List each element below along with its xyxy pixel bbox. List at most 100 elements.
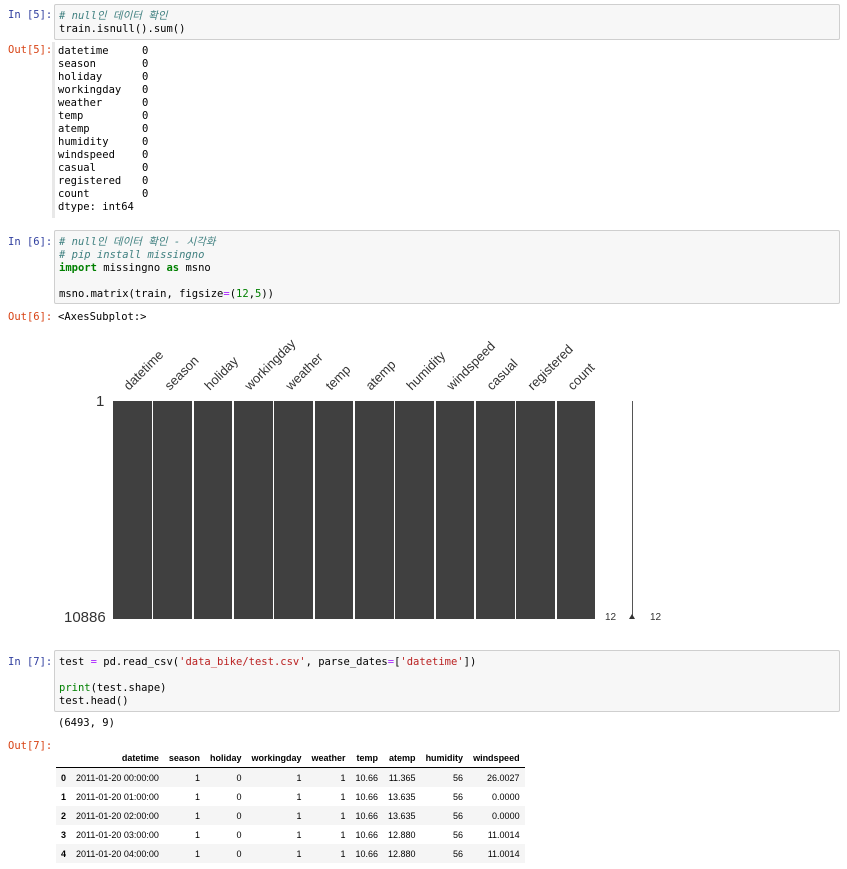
shape-output: (6493, 9)	[58, 717, 115, 729]
table-cell: 11.0014	[487, 829, 520, 840]
column-label: holiday	[201, 353, 241, 393]
sparkline-marker	[629, 614, 635, 619]
table-cell: 0	[236, 791, 242, 802]
code-string: 'datetime'	[400, 656, 464, 668]
code-input[interactable]: test = pd.read_csv('data_bike/test.csv',…	[54, 650, 840, 712]
output-prompt: Out[7]:	[8, 740, 53, 752]
table-cell: 1	[340, 791, 346, 802]
series-row: season 0	[58, 58, 148, 71]
table-cell: 1	[296, 829, 302, 840]
table-cell: 10.66	[355, 848, 379, 859]
series-index: registered	[58, 175, 122, 187]
series-row: count 0	[58, 188, 148, 201]
row-index: 3	[61, 829, 67, 840]
matrix-column	[113, 401, 152, 619]
table-cell: 2011-01-20 01:00:00	[76, 791, 159, 802]
code-token: (test.shape)	[90, 682, 167, 694]
table-cell: 10.66	[355, 791, 379, 802]
series-value: 0	[142, 123, 149, 135]
column-header: humidity	[420, 748, 469, 768]
column-header: weather	[306, 748, 351, 768]
matrix-column	[153, 401, 193, 619]
column-label: atemp	[362, 356, 399, 393]
table-cell: 1	[194, 829, 200, 840]
matrix-column	[274, 401, 314, 619]
table-cell: 56	[453, 848, 464, 859]
keyword-as: as	[166, 262, 180, 274]
series-dtype: dtype: int64	[58, 201, 134, 213]
table-cell: 11.0014	[487, 848, 520, 859]
code-comment: # null인 데이터 확인	[59, 10, 168, 22]
series-index: season	[58, 58, 96, 70]
code-number: 12	[236, 288, 249, 300]
series-value: 0	[142, 71, 149, 83]
code-line: train.isnull().sum()	[59, 23, 186, 35]
table-row: 4 2011-01-20 04:00:00 1 0 1 1 10.66 12.880 56 11.…	[56, 844, 525, 863]
matrix-grid	[113, 401, 597, 619]
row-index: 1	[61, 791, 67, 802]
table-cell: 1	[340, 848, 346, 859]
table-cell: 0	[236, 848, 242, 859]
series-index: holiday	[58, 71, 103, 83]
code-token: missingno	[96, 262, 167, 274]
table-cell: 2011-01-20 04:00:00	[76, 848, 159, 859]
table-cell: 10.66	[355, 829, 379, 840]
series-row: humidity 0	[58, 136, 148, 149]
output-scrollbar[interactable]	[52, 42, 55, 218]
matrix-column	[435, 401, 475, 619]
matrix-column	[355, 401, 394, 619]
series-row: datetime 0	[58, 45, 148, 58]
table-row: 0 2011-01-20 00:00:00 1 0 1 1 10.66 11.365 56 26.…	[56, 767, 525, 787]
table-cell: 10.66	[355, 810, 379, 821]
table-cell: 56	[453, 791, 464, 802]
column-header: temp	[350, 748, 384, 768]
table-cell: 0.0000	[492, 810, 520, 821]
input-prompt: In [5]:	[8, 9, 53, 21]
column-label: count	[564, 359, 598, 393]
series-row: temp 0	[58, 110, 148, 123]
dataframe-output: datetime season holiday workingday weather te…	[56, 748, 525, 863]
code-string: 'data_bike/test.csv'	[179, 656, 306, 668]
series-value: 0	[142, 188, 149, 200]
table-cell: 12.880	[388, 848, 416, 859]
column-header: season	[163, 748, 205, 768]
column-label: humidity	[402, 348, 448, 393]
code-builtin: print	[59, 682, 91, 694]
table-cell: 56	[453, 810, 464, 821]
matrix-column	[476, 401, 515, 619]
column-label: casual	[483, 355, 521, 393]
code-input[interactable]: # null인 데이터 확인 train.isnull().sum()	[54, 4, 840, 40]
code-input[interactable]: # null인 데이터 확인 - 시각화 # pip install missi…	[54, 230, 840, 304]
row-label-bottom: 10886	[64, 609, 106, 626]
code-token: msno	[179, 262, 211, 274]
table-cell: 0	[236, 810, 242, 821]
series-row: windspeed 0	[58, 149, 148, 162]
table-cell: 13.635	[388, 810, 416, 821]
table-cell: 1	[340, 810, 346, 821]
table-cell: 2011-01-20 03:00:00	[76, 829, 159, 840]
series-value: 0	[142, 45, 149, 57]
table-cell: 12.880	[388, 829, 416, 840]
code-token: msno.matrix(train, figsize	[59, 288, 224, 300]
series-row: registered 0	[58, 175, 148, 188]
series-value: 0	[142, 162, 149, 174]
series-value: 0	[142, 58, 149, 70]
column-header: windspeed	[468, 748, 525, 768]
matrix-column	[395, 401, 435, 619]
table-cell: 0	[236, 772, 242, 783]
table-cell: 56	[453, 772, 464, 783]
axes-output-text: <AxesSubplot:>	[58, 311, 147, 323]
table-cell: 1	[194, 772, 200, 783]
column-header: holiday	[204, 748, 247, 768]
series-index: windspeed	[58, 149, 115, 161]
table-cell: 1	[296, 791, 302, 802]
series-index: humidity	[58, 136, 109, 148]
series-index: atemp	[58, 123, 90, 135]
matrix-column	[556, 401, 596, 619]
table-cell: 0.0000	[492, 791, 520, 802]
column-header: atemp	[383, 748, 421, 768]
series-output: datetime 0 season 0 holiday 0 workingday 0 weath…	[58, 45, 148, 214]
column-label: temp	[322, 361, 354, 393]
series-row: casual 0	[58, 162, 148, 175]
series-index: weather	[58, 97, 103, 109]
